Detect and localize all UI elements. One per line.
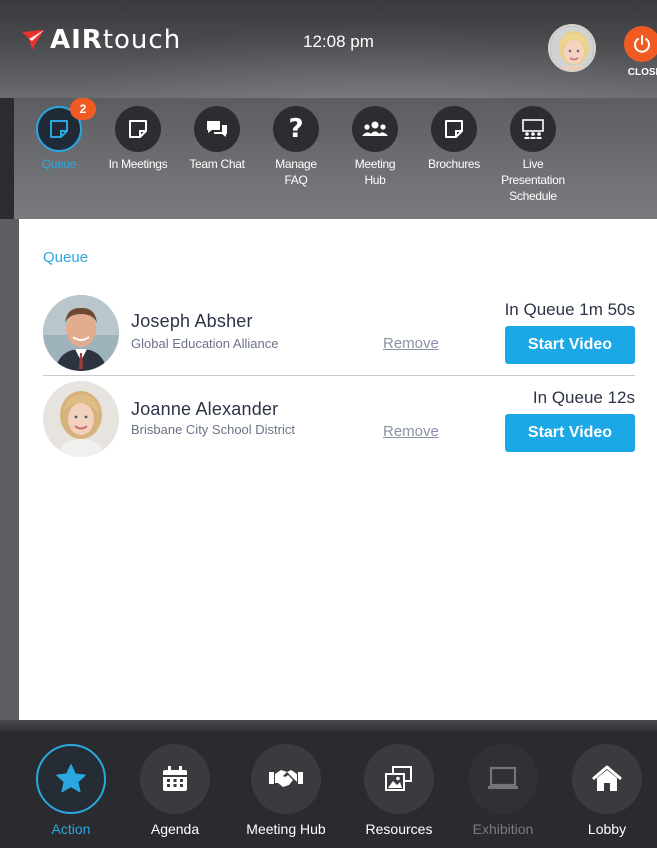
nav-label: Agenda: [150, 821, 200, 837]
tab-brochures[interactable]: Brochures: [414, 106, 494, 172]
tab-team-chat[interactable]: Team Chat: [177, 106, 257, 172]
nav-label: Meeting Hub: [246, 821, 326, 837]
tab-label: Queue: [41, 157, 77, 171]
chat-icon: [207, 121, 227, 137]
tabs-bar: 2 Queue In Meetings Team Chat ? Manage F…: [14, 98, 657, 219]
person-organization: Global Education Alliance: [131, 336, 279, 351]
remove-link[interactable]: Remove: [383, 335, 439, 352]
remove-link[interactable]: Remove: [383, 423, 439, 440]
queue-panel: Queue Joseph Absher Global Education All…: [19, 219, 657, 720]
row-divider: [43, 375, 635, 376]
queue-time: In Queue 1m 50s: [504, 300, 635, 319]
airtouch-logo: AIRtouch: [22, 22, 181, 58]
logo-mark-icon: [22, 30, 44, 50]
tab-label: Brochures: [428, 157, 480, 171]
nav-action[interactable]: Action: [16, 744, 126, 837]
tab-manage-faq[interactable]: ? Manage FAQ: [256, 106, 336, 188]
tab-meeting-hub[interactable]: Meeting Hub: [335, 106, 415, 188]
nav-label: Exhibition: [472, 821, 534, 837]
user-avatar[interactable]: [548, 24, 596, 72]
power-icon: [624, 26, 657, 62]
nav-exhibition[interactable]: Exhibition: [448, 744, 558, 837]
start-video-button[interactable]: Start Video: [505, 326, 635, 364]
tab-in-meetings[interactable]: In Meetings: [98, 106, 178, 172]
bottom-nav: Action Agenda Meeting Hub Resources Exhi…: [0, 732, 657, 848]
close-button[interactable]: CLOSE: [622, 26, 657, 86]
nav-resources[interactable]: Resources: [344, 744, 454, 837]
nav-label: Action: [51, 821, 91, 837]
tab-label: Live Presentation Schedule: [501, 157, 565, 203]
start-video-button[interactable]: Start Video: [505, 414, 635, 452]
monitor-icon: [488, 766, 518, 789]
tab-live-presentation-schedule[interactable]: Live Presentation Schedule: [493, 106, 573, 204]
tab-queue[interactable]: 2 Queue: [19, 98, 99, 172]
brand-bold: AIR: [50, 25, 103, 55]
queue-time: In Queue 12s: [532, 388, 635, 407]
user-avatar-image: [550, 26, 594, 70]
tab-label: Meeting Hub: [354, 157, 396, 187]
tab-label: Manage FAQ: [275, 157, 317, 187]
question-icon: ?: [288, 114, 304, 144]
nav-lobby[interactable]: Lobby: [552, 744, 657, 837]
person-name: Joseph Absher: [131, 311, 253, 331]
handshake-icon: [269, 770, 303, 787]
people-icon: [362, 121, 388, 136]
person-name: Joanne Alexander: [131, 399, 279, 419]
top-bar: AIRtouch 12:08 pm CLOSE: [0, 0, 657, 98]
person-organization: Brisbane City School District: [131, 422, 295, 437]
avatar: [43, 381, 119, 457]
home-icon: [592, 765, 622, 791]
tab-label: In Meetings: [108, 157, 168, 171]
note-icon: [129, 120, 147, 138]
brand-light: touch: [102, 25, 182, 55]
images-icon: [385, 766, 412, 791]
queue-count-badge: 2: [70, 98, 96, 120]
list-item: Joanne Alexander Brisbane City School Di…: [43, 379, 635, 459]
note-icon: [50, 120, 68, 138]
close-label: CLOSE: [627, 67, 657, 78]
section-title: Queue: [43, 249, 89, 266]
nav-label: Resources: [365, 821, 433, 837]
note-icon: [445, 120, 463, 138]
presentation-icon: [522, 119, 544, 139]
calendar-icon: [163, 766, 187, 791]
clock: 12:08 pm: [303, 32, 374, 51]
tab-label: Team Chat: [189, 157, 245, 171]
star-icon: [56, 764, 86, 793]
avatar: [43, 295, 119, 371]
nav-label: Lobby: [587, 821, 627, 837]
bottom-separator: [0, 720, 657, 732]
nav-agenda[interactable]: Agenda: [120, 744, 230, 837]
list-item: Joseph Absher Global Education Alliance …: [43, 291, 635, 371]
nav-meeting-hub[interactable]: Meeting Hub: [231, 744, 341, 837]
